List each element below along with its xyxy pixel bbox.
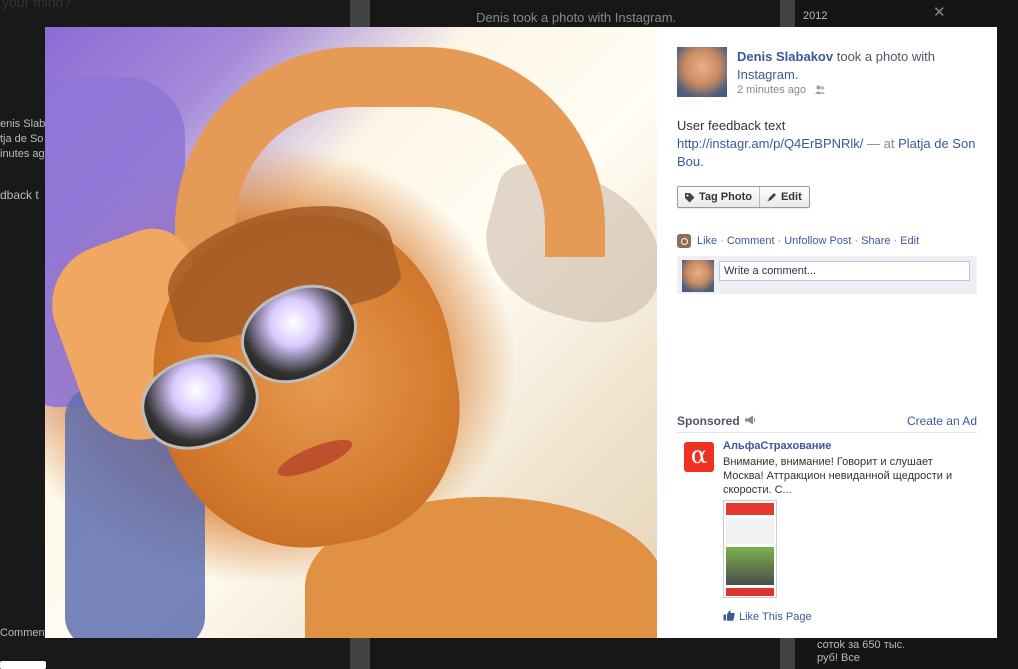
- sponsored-header: Sponsored Create an Ad: [677, 414, 977, 428]
- background-fragment: enis Slab: [0, 118, 46, 130]
- photo-sidebar: Denis Slabakov took a photo with Instagr…: [657, 27, 997, 638]
- ad-image-header: [726, 503, 774, 515]
- ad-title-link[interactable]: АльфаСтрахование: [723, 440, 831, 452]
- action-text: took a photo with: [833, 49, 936, 64]
- ad-body-text: Внимание, внимание! Говорит и слушает Мо…: [723, 456, 953, 496]
- sponsored-label: Sponsored: [677, 414, 740, 428]
- author-avatar[interactable]: [677, 47, 727, 97]
- tag-icon: [684, 192, 695, 203]
- comment-link[interactable]: Comment: [727, 235, 775, 247]
- author-name-link[interactable]: Denis Slabakov: [737, 49, 833, 64]
- edit-button[interactable]: Edit: [758, 187, 809, 207]
- post-meta: 2 minutes ago: [737, 84, 826, 96]
- like-this-page-link[interactable]: Like This Page: [723, 610, 812, 624]
- viewer-avatar: [682, 260, 714, 292]
- comment-composer: [677, 256, 977, 294]
- background-fragment: tja de So: [0, 133, 44, 145]
- at-separator: — at: [863, 136, 899, 151]
- edit-label: Edit: [780, 191, 802, 203]
- background-ad-fragment: руб! Все: [817, 652, 860, 664]
- share-link[interactable]: Share: [861, 235, 890, 247]
- separator: ·: [854, 235, 859, 247]
- photo[interactable]: [45, 27, 657, 638]
- photo-action-buttons: Tag Photo Edit: [677, 186, 810, 208]
- separator: ·: [893, 235, 898, 247]
- timestamp[interactable]: 2 minutes ago: [737, 84, 806, 96]
- thumbs-up-icon: [723, 610, 735, 624]
- comment-input[interactable]: [719, 261, 970, 281]
- sponsored-label-group: Sponsored: [677, 414, 756, 428]
- close-icon[interactable]: ✕: [933, 5, 946, 20]
- ad-image-picture: [726, 547, 774, 585]
- like-link[interactable]: Like: [697, 235, 717, 247]
- app-link[interactable]: Instagram.: [737, 67, 798, 82]
- photo-lightbox: Denis Slabakov took a photo with Instagr…: [45, 27, 997, 638]
- ad-image-footer: [726, 588, 774, 596]
- background-button: [0, 661, 46, 669]
- unfollow-post-link[interactable]: Unfollow Post: [784, 235, 851, 247]
- like-this-page-label: Like This Page: [739, 611, 812, 623]
- post-header: Denis Slabakov took a photo with Instagr…: [737, 48, 977, 84]
- background-story-text: Denis took a photo with Instagram.: [476, 10, 677, 25]
- background-fragment: inutes ag: [0, 148, 45, 160]
- background-fragment: Comment: [0, 627, 48, 639]
- edit-link[interactable]: Edit: [900, 235, 919, 247]
- separator: ·: [720, 235, 724, 247]
- instagram-icon: [677, 234, 691, 248]
- ad-image[interactable]: [723, 500, 777, 598]
- caption-text: User feedback text: [677, 118, 786, 133]
- separator: ·: [777, 235, 782, 247]
- post-caption: User feedback text http://instagr.am/p/Q…: [677, 117, 977, 171]
- ad-image-text-block: [726, 518, 774, 544]
- create-ad-link[interactable]: Create an Ad: [907, 414, 977, 428]
- advertiser-logo[interactable]: α: [684, 442, 714, 472]
- post-actions: Like · Comment · Unfollow Post · Share ·…: [677, 234, 919, 248]
- people-icon[interactable]: [815, 85, 826, 94]
- divider: [677, 432, 977, 433]
- background-fragment: dback t: [0, 188, 39, 202]
- megaphone-icon: [744, 414, 756, 428]
- pencil-icon: [766, 192, 777, 203]
- background-ad-fragment: сотоk за 650 тыс.: [817, 639, 906, 651]
- background-year-label: 2012: [803, 10, 828, 22]
- background-status-prompt: your mind?: [2, 0, 72, 10]
- tag-photo-button[interactable]: Tag Photo: [678, 187, 759, 207]
- caption-link[interactable]: http://instagr.am/p/Q4ErBPNRlk/: [677, 136, 863, 151]
- tag-photo-label: Tag Photo: [699, 191, 752, 203]
